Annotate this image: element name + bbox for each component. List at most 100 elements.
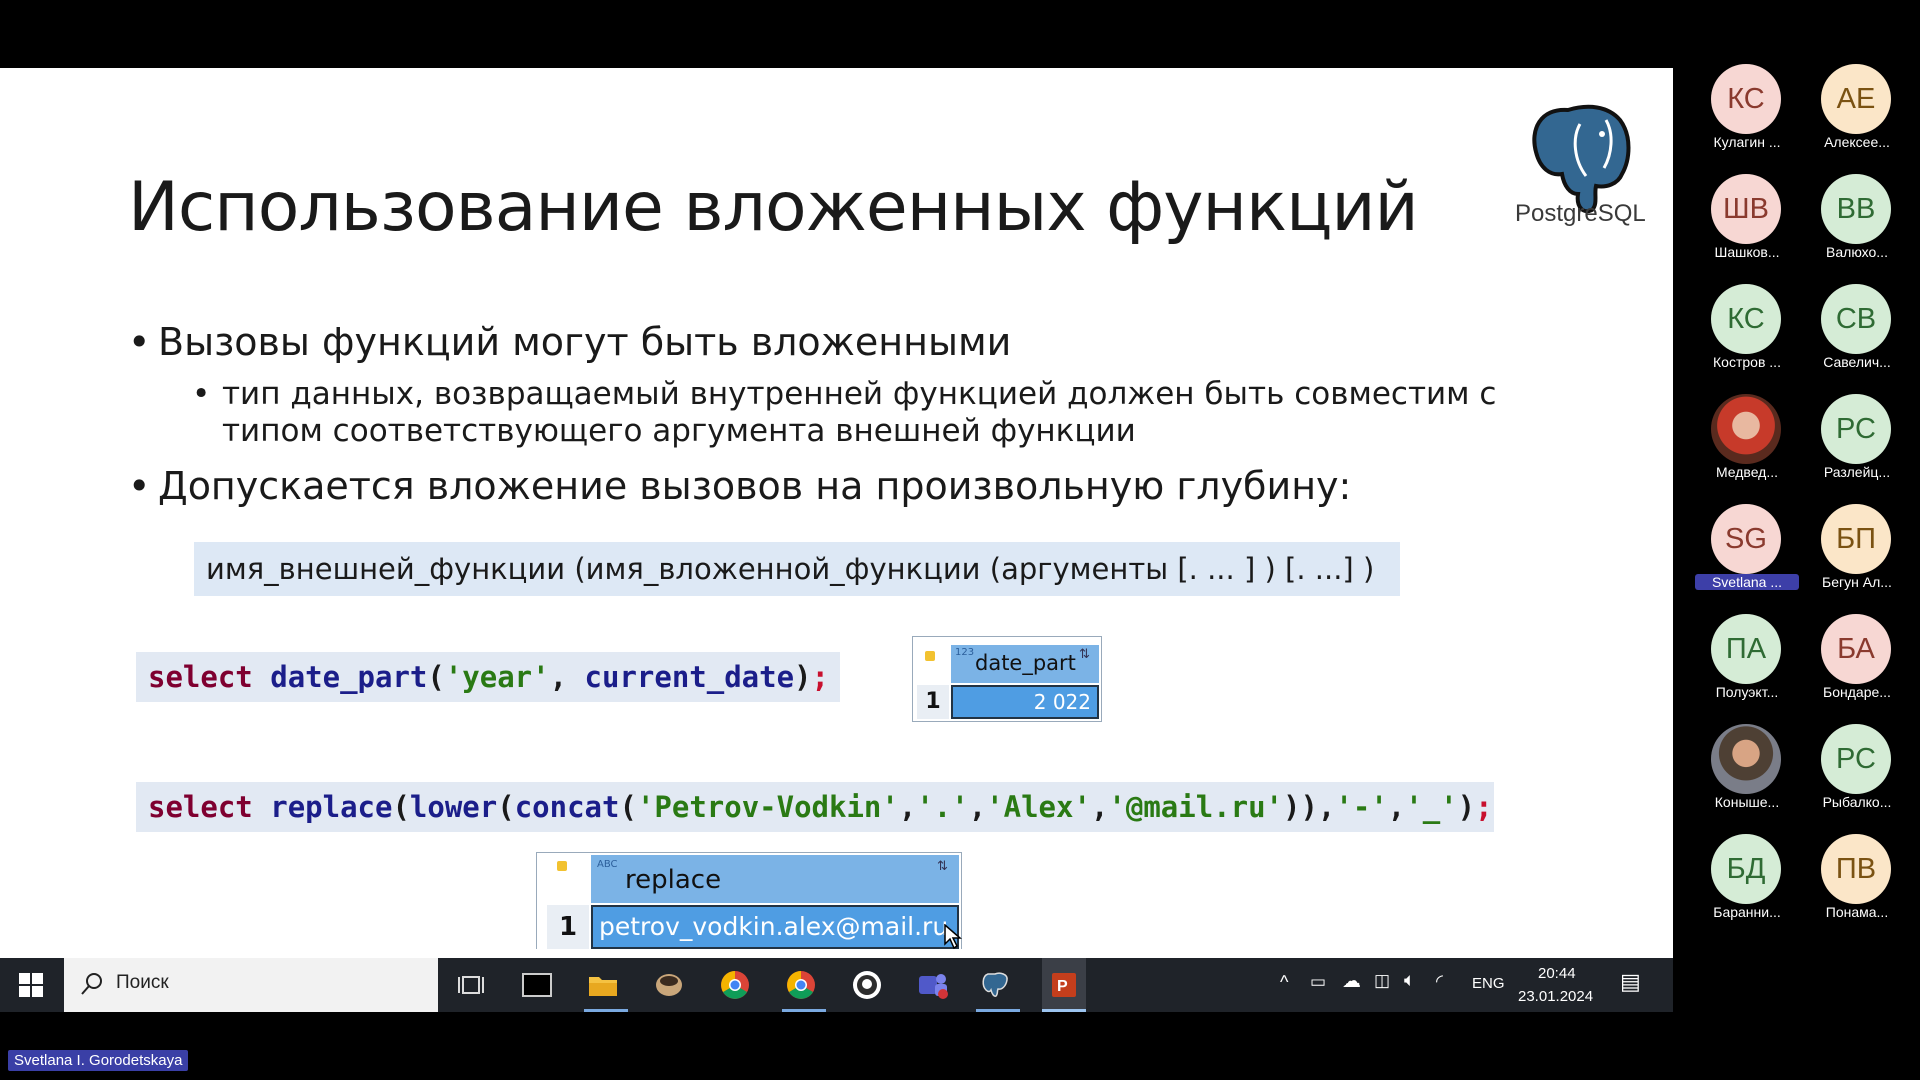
svg-text:P: P — [1057, 978, 1068, 995]
postgresql-active-indicator — [976, 1009, 1020, 1012]
bullet-1-text: Вызовы функций могут быть вложенными — [158, 320, 1012, 364]
battery-icon[interactable]: ▭ — [1310, 972, 1326, 992]
code-string: '_' — [1405, 790, 1458, 824]
taskbar-search-box[interactable]: Поиск — [64, 958, 438, 1012]
participant-name: Алексее... — [1824, 134, 1890, 150]
code-keyword: select — [148, 660, 253, 694]
participant-name: Кулагин ... — [1713, 134, 1781, 150]
column-header[interactable]: 123 date_part ⇅ — [951, 645, 1099, 683]
postgresql-logo-text: PostgreSQL — [1515, 200, 1646, 227]
clock-time[interactable]: 20:44 — [1538, 965, 1576, 982]
code-function: replace — [270, 790, 393, 824]
avatar: ШВ — [1711, 174, 1781, 244]
powerpoint-icon[interactable]: P — [1042, 958, 1086, 1012]
bullet-1: • Вызовы функций могут быть вложенными — [128, 320, 1012, 364]
file-explorer-icon[interactable] — [584, 966, 622, 1004]
participant-tile[interactable]: Медвед... — [1695, 394, 1805, 494]
sort-icon[interactable]: ⇅ — [1079, 647, 1090, 662]
security-icon[interactable]: ◫ — [1374, 971, 1390, 991]
result-grid-date-part: 123 date_part ⇅ 1 2 022 — [912, 636, 1102, 722]
number-type-icon: 123 — [955, 647, 975, 658]
presentation-slide: Использование вложенных функций PostgreS… — [0, 68, 1673, 958]
code-string: 'Alex' — [986, 790, 1091, 824]
participant-tile[interactable]: БА Бондаре... — [1805, 614, 1915, 714]
participant-tile[interactable]: СВ Савелич... — [1805, 284, 1915, 384]
participant-tile[interactable]: ШВ Шашков... — [1695, 174, 1805, 274]
participant-name: Баранни... — [1713, 904, 1781, 920]
chevron-up-icon[interactable]: ^ — [1280, 972, 1288, 993]
wifi-icon[interactable]: ◜ — [1436, 971, 1443, 992]
windows-start-icon[interactable] — [12, 966, 50, 1004]
code-string: '.' — [916, 790, 969, 824]
teams-icon[interactable] — [914, 966, 952, 1004]
terminal-icon[interactable] — [518, 966, 556, 1004]
column-name: date_part — [975, 651, 1076, 675]
code-semicolon: ; — [1475, 790, 1493, 824]
dbeaver-icon[interactable] — [650, 966, 688, 1004]
slide-title: Использование вложенных функций — [128, 168, 1419, 247]
participant-tile[interactable]: РС Рыбалко... — [1805, 724, 1915, 824]
avatar: БД — [1711, 834, 1781, 904]
volume-icon[interactable]: 🔈︎ — [1404, 970, 1415, 992]
avatar: ВВ — [1821, 174, 1891, 244]
participant-tile[interactable]: КС Костров ... — [1695, 284, 1805, 384]
task-view-icon[interactable] — [452, 966, 490, 1004]
participant-tile[interactable]: ВВ Валюхо... — [1805, 174, 1915, 274]
language-indicator[interactable]: ENG — [1472, 975, 1505, 992]
sort-icon[interactable]: ⇅ — [937, 859, 948, 874]
participant-name: Понама... — [1825, 904, 1889, 920]
search-placeholder: Поиск — [116, 972, 169, 993]
avatar: SG — [1711, 504, 1781, 574]
chrome-icon[interactable] — [782, 966, 820, 1004]
participant-name: Бондаре... — [1823, 684, 1891, 700]
avatar: КС — [1711, 284, 1781, 354]
code-string: 'year' — [444, 660, 550, 694]
result-cell[interactable]: petrov_vodkin.alex@mail.ru — [591, 905, 959, 949]
participant-tile[interactable]: БД Баранни... — [1695, 834, 1805, 934]
code-function: lower — [409, 790, 498, 824]
code-string: '-' — [1335, 790, 1388, 824]
participant-name: Валюхо... — [1826, 244, 1888, 260]
participant-name: Медвед... — [1715, 464, 1779, 480]
pgadmin-icon[interactable] — [848, 966, 886, 1004]
code-keyword: select — [148, 790, 253, 824]
lock-icon — [557, 861, 567, 871]
avatar-photo — [1711, 394, 1781, 464]
participant-tile[interactable]: ПА Полуэкт... — [1695, 614, 1805, 714]
result-grid-replace: ABC replace ⇅ 1 petrov_vodkin.alex@mail.… — [536, 852, 962, 949]
participant-tile[interactable]: ПВ Понама... — [1805, 834, 1915, 934]
participant-tile[interactable]: Коныше... — [1695, 724, 1805, 824]
avatar: БП — [1821, 504, 1891, 574]
code-paren: ( — [427, 660, 445, 694]
column-header[interactable]: ABC replace ⇅ — [591, 855, 959, 903]
participant-name: Svetlana ... — [1695, 574, 1799, 590]
code-function: date_part — [270, 660, 428, 694]
chrome-icon[interactable] — [716, 966, 754, 1004]
result-cell[interactable]: 2 022 — [951, 685, 1099, 719]
code-function: current_date — [584, 660, 795, 694]
clock-date[interactable]: 23.01.2024 — [1518, 988, 1593, 1005]
participant-tile[interactable]: РС Разлейц... — [1805, 394, 1915, 494]
avatar: КС — [1711, 64, 1781, 134]
participant-name: Шашков... — [1714, 244, 1780, 260]
participant-tile[interactable]: БП Бегун Ал... — [1805, 504, 1915, 604]
avatar: ПВ — [1821, 834, 1891, 904]
code-function: concat — [514, 790, 620, 824]
bullet-2: • Допускается вложение вызовов на произво… — [128, 464, 1352, 508]
avatar: БА — [1821, 614, 1891, 684]
column-name: replace — [625, 865, 722, 895]
text-type-icon: ABC — [597, 859, 618, 870]
notifications-icon[interactable]: ▤ — [1620, 969, 1641, 995]
participant-name: Разлейц... — [1823, 464, 1891, 480]
avatar: ПА — [1711, 614, 1781, 684]
participant-tile[interactable]: АЕ Алексее... — [1805, 64, 1915, 164]
explorer-active-indicator — [584, 1009, 628, 1012]
code-paren: ) — [794, 660, 812, 694]
participant-tile[interactable]: SG Svetlana ... — [1695, 504, 1805, 604]
postgresql-icon[interactable] — [976, 966, 1014, 1004]
participant-tile[interactable]: КС Кулагин ... — [1695, 64, 1805, 164]
syntax-box: имя_внешней_функции (имя_вложенной_функц… — [194, 542, 1400, 596]
onedrive-cloud-icon[interactable]: ☁ — [1342, 970, 1361, 993]
participant-name: Рыбалко... — [1822, 794, 1892, 810]
code-separator: , — [549, 660, 585, 694]
